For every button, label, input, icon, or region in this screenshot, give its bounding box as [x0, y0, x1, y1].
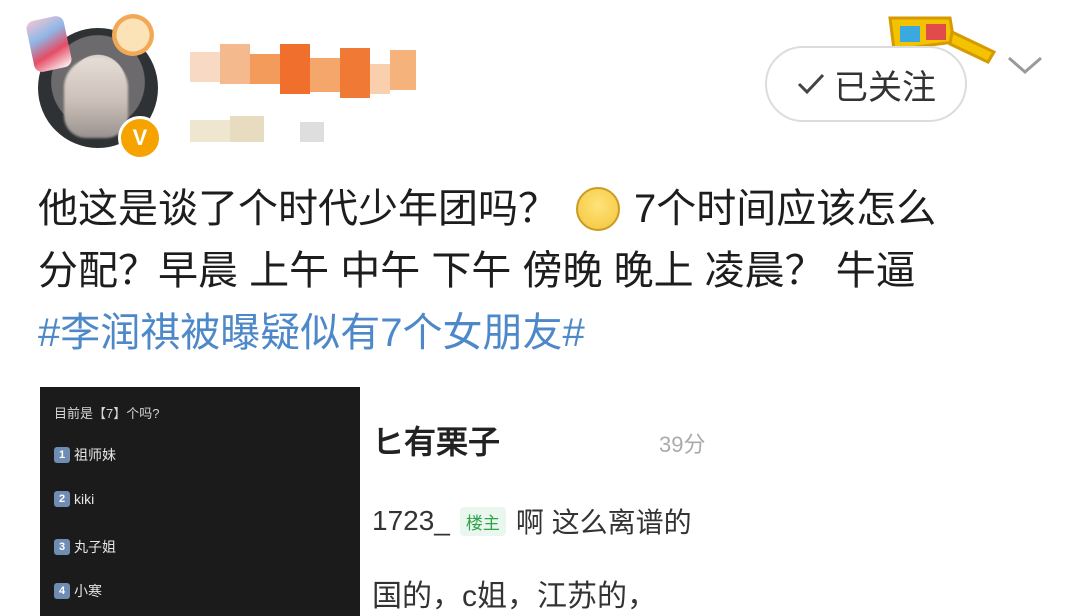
number-2-icon: 2: [54, 491, 70, 507]
post-line-2: 分配？早晨 上午 中午 下午 傍晚 晚上 凌晨？ 牛逼: [38, 249, 916, 293]
reply-user: 1723_: [372, 505, 450, 536]
avatar-drink-decoration-icon: [25, 14, 73, 74]
comment-author-title: ヒ有栗子: [372, 424, 501, 460]
avatar-popcorn-decoration-icon: [112, 14, 154, 56]
list-item: 2 kiki: [54, 491, 94, 507]
chevron-down-icon[interactable]: [1005, 50, 1045, 80]
verified-badge-icon: V: [118, 116, 162, 160]
list-item: 1 祖师妹: [54, 445, 116, 465]
attached-image-right[interactable]: ヒ有栗子 39分 1723_ 楼主 啊 这么离谱的 国的，c姐，江苏的，: [372, 387, 706, 616]
list-item-label: 丸子姐: [74, 539, 116, 555]
list-item: 4 小寒: [54, 581, 102, 601]
comment-timestamp: 39分: [659, 432, 706, 457]
attached-image-left[interactable]: 目前是【7】个吗? 1 祖师妹 2 kiki 3 丸子姐 4 小寒: [40, 387, 360, 616]
follow-button-label: 已关注: [834, 68, 936, 107]
number-1-icon: 1: [54, 447, 70, 463]
owner-tag-badge: 楼主: [459, 506, 506, 536]
check-icon: [797, 73, 825, 95]
list-item-label: 祖师妹: [74, 447, 116, 463]
post-body: 他这是谈了个时代少年团吗？ 7个时间应该怎么 分配？早晨 上午 中午 下午 傍晚…: [38, 178, 1048, 364]
post-text-part-2: 7个时间应该怎么: [634, 187, 937, 231]
post-hashtag-link[interactable]: #李润祺被曝疑似有7个女朋友#: [38, 302, 1048, 364]
avatar-face-blurred: [64, 58, 128, 138]
list-item-label: 小寒: [74, 583, 102, 599]
follow-status-button[interactable]: 已关注: [765, 46, 967, 122]
list-item-label: kiki: [74, 491, 95, 507]
number-4-icon: 4: [54, 583, 70, 599]
user-subtitle-pixelated: [190, 116, 324, 146]
number-3-icon: 3: [54, 539, 70, 555]
post-text-part-1: 他这是谈了个时代少年团吗？: [38, 187, 558, 231]
smiling-face-icon: [576, 187, 620, 231]
username-pixelated[interactable]: [190, 44, 426, 100]
post-line-1: 他这是谈了个时代少年团吗？ 7个时间应该怎么: [38, 178, 1048, 240]
reply-text: 啊 这么离谱的: [515, 507, 692, 538]
poll-question: 目前是【7】个吗?: [54, 406, 160, 421]
reply-row: 1723_ 楼主 啊 这么离谱的: [372, 501, 692, 541]
list-item: 3 丸子姐: [54, 537, 116, 557]
reply-text-line: 国的，c姐，江苏的，: [372, 580, 657, 613]
